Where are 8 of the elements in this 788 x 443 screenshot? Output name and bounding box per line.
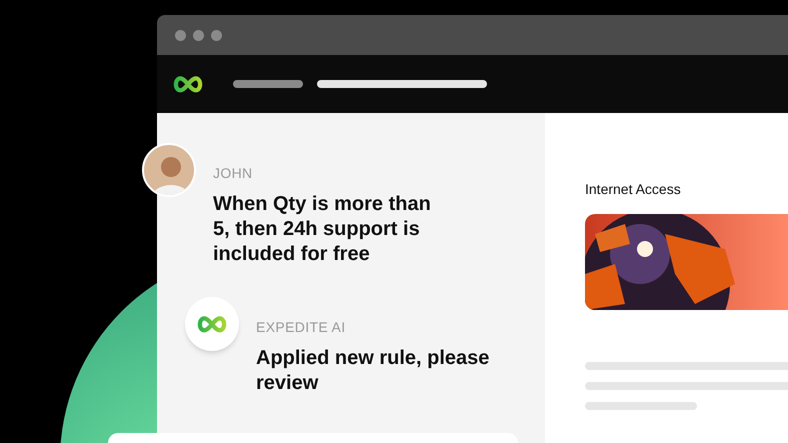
infinity-logo-icon (195, 314, 229, 334)
sender-name: EXPEDITE AI (256, 318, 346, 337)
message-text: Applied new rule, please review (256, 346, 490, 396)
infinity-logo-icon (171, 74, 205, 94)
nav-placeholder-bar[interactable] (233, 80, 303, 88)
panel-title: Internet Access (585, 180, 682, 199)
message-text: When Qty is more than 5, then 24h support is included for free (213, 192, 432, 267)
sender-name: JOHN (213, 164, 254, 183)
